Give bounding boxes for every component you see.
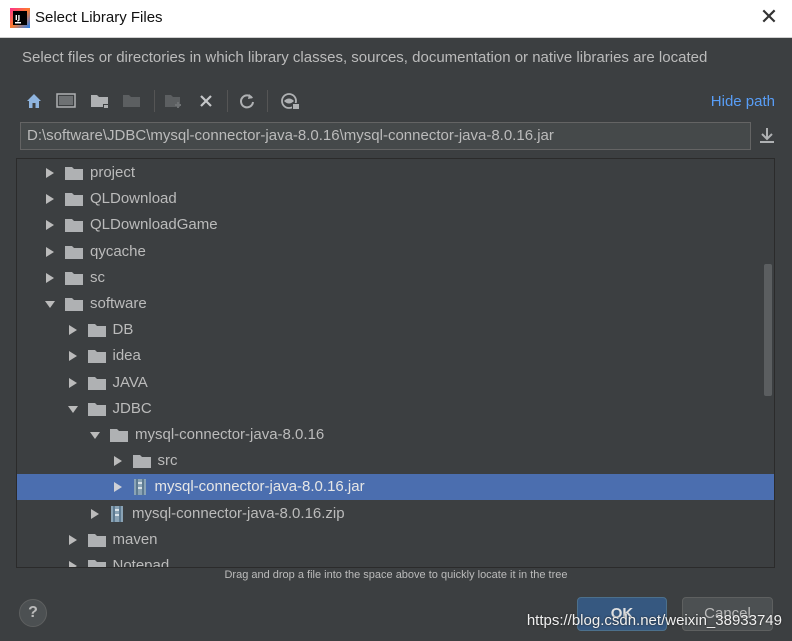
- help-button[interactable]: ?: [19, 599, 47, 627]
- tree-row[interactable]: src: [17, 448, 774, 474]
- expand-down-icon[interactable]: [89, 429, 101, 441]
- new-file-icon: [162, 88, 186, 114]
- archive-icon: [133, 479, 146, 496]
- tree-row[interactable]: mysql-connector-java-8.0.16.zip: [17, 501, 774, 527]
- watermark: https://blog.csdn.net/weixin_38933749: [526, 612, 782, 629]
- dialog-description: Select files or directories in which lib…: [22, 49, 708, 66]
- folder-icon: [87, 350, 106, 364]
- expand-right-icon[interactable]: [67, 534, 79, 546]
- folder-icon: [65, 167, 83, 180]
- toolbar: [22, 88, 782, 114]
- home-icon[interactable]: [22, 88, 46, 114]
- title-bar: IJ Select Library Files ✕: [0, 0, 792, 38]
- tree-row-label: project: [90, 164, 136, 181]
- tree-row[interactable]: qycache: [17, 239, 774, 265]
- folder-icon: [87, 324, 106, 338]
- expand-right-icon[interactable]: [112, 481, 124, 493]
- expand-down-icon[interactable]: [44, 298, 56, 310]
- expand-right-icon[interactable]: [67, 560, 79, 568]
- folder-icon: [65, 193, 83, 207]
- expand-right-icon[interactable]: [67, 324, 79, 336]
- tree-row-label: mysql-connector-java-8.0.16.zip: [132, 504, 345, 522]
- drag-drop-hint: Drag and drop a file into the space abov…: [224, 569, 568, 581]
- tree-scrollbar-thumb[interactable]: [764, 264, 772, 396]
- expand-right-icon[interactable]: [67, 350, 79, 362]
- folder-icon: [132, 455, 151, 469]
- expand-down-icon[interactable]: [67, 403, 79, 415]
- hide-path-link[interactable]: Hide path: [711, 93, 775, 110]
- tree-row[interactable]: sc: [17, 265, 774, 291]
- tree-row-label: QLDownloadGame: [90, 216, 218, 234]
- window-title: Select Library Files: [35, 9, 163, 26]
- tree-row-label: idea: [112, 347, 141, 365]
- tree-row-label: Notepad: [112, 557, 170, 568]
- expand-right-icon[interactable]: [44, 193, 56, 205]
- delete-icon[interactable]: [194, 88, 218, 114]
- expand-right-icon[interactable]: [89, 508, 101, 520]
- desktop-icon[interactable]: [54, 88, 78, 114]
- path-input[interactable]: D:\software\JDBC\mysql-connector-java-8.…: [20, 122, 751, 150]
- tree-row-label: src: [157, 452, 178, 470]
- tree-row[interactable]: QLDownload: [17, 186, 774, 212]
- tree-row[interactable]: JAVA: [17, 370, 774, 396]
- folder-icon: [110, 429, 128, 442]
- tree-row-label: QLDownload: [90, 190, 177, 208]
- intellij-app-icon: IJ: [10, 8, 30, 28]
- tree-row[interactable]: JDBC: [17, 396, 774, 422]
- tree-row-label: JAVA: [112, 373, 148, 391]
- tree-row-label: qycache: [90, 242, 146, 260]
- folder-icon: [87, 376, 106, 390]
- toolbar-separator: [267, 90, 268, 112]
- new-folder-disabled-icon: [120, 88, 144, 114]
- archive-icon: [111, 505, 123, 522]
- toolbar-separator: [227, 90, 228, 112]
- tree-row[interactable]: maven: [17, 527, 774, 553]
- expand-right-icon[interactable]: [44, 219, 56, 231]
- folder-icon: [65, 298, 83, 311]
- folder-icon: [65, 271, 83, 285]
- tree-row-label: mysql-connector-java-8.0.16.jar: [154, 478, 365, 496]
- tree-row-selected[interactable]: mysql-connector-java-8.0.16.jar: [17, 474, 774, 501]
- tree-row[interactable]: mysql-connector-java-8.0.16: [17, 422, 774, 448]
- folder-icon: [65, 219, 83, 233]
- expand-right-icon[interactable]: [44, 272, 56, 284]
- folder-icon: [87, 402, 106, 416]
- expand-right-icon[interactable]: [44, 246, 56, 258]
- expand-right-icon[interactable]: [44, 167, 56, 179]
- tree-row[interactable]: project: [17, 160, 774, 186]
- expand-right-icon[interactable]: [67, 377, 79, 389]
- tree-row-label: maven: [112, 530, 158, 548]
- refresh-icon[interactable]: [235, 88, 259, 114]
- tree-row-label: DB: [112, 321, 134, 339]
- download-icon[interactable]: [758, 126, 776, 146]
- tree-row[interactable]: DB: [17, 317, 774, 343]
- new-folder-icon[interactable]: [88, 88, 112, 114]
- folder-icon: [87, 560, 106, 567]
- show-hidden-icon[interactable]: [278, 88, 302, 114]
- tree-row-label: JDBC: [112, 399, 152, 417]
- tree-row-label: software: [90, 295, 147, 312]
- tree-row[interactable]: QLDownloadGame: [17, 212, 774, 238]
- file-tree[interactable]: project QLDownload QLDownloadGame qycache sc…: [16, 158, 775, 568]
- svg-text:IJ: IJ: [15, 14, 20, 22]
- tree-row[interactable]: Notepad: [17, 553, 774, 568]
- close-icon[interactable]: ✕: [758, 6, 780, 30]
- folder-icon: [65, 245, 83, 259]
- expand-right-icon[interactable]: [112, 455, 124, 467]
- tree-row-label: mysql-connector-java-8.0.16: [135, 426, 325, 443]
- tree-row[interactable]: software: [17, 291, 774, 317]
- tree-row[interactable]: idea: [17, 343, 774, 369]
- toolbar-separator: [154, 90, 155, 112]
- tree-row-label: sc: [90, 268, 105, 286]
- folder-icon: [87, 533, 106, 547]
